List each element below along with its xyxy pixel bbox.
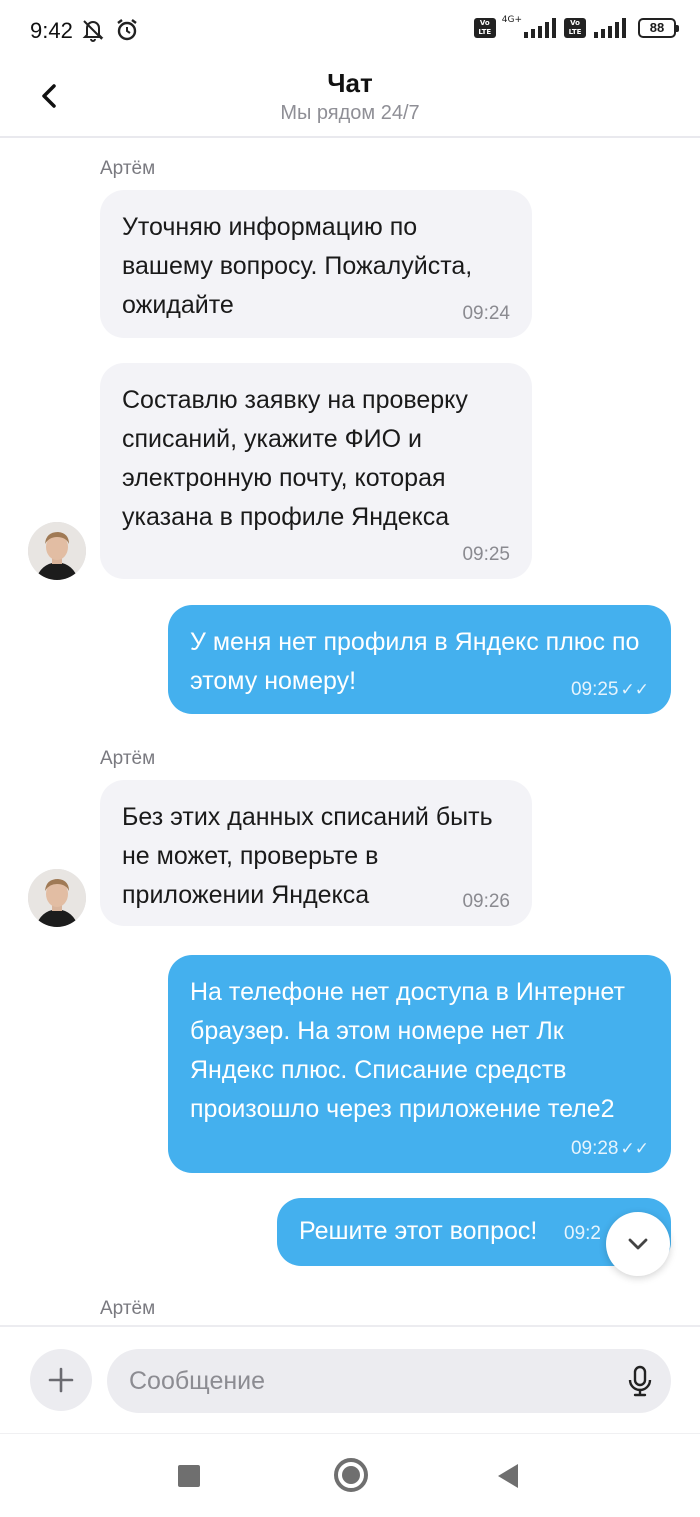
message-bubble-incoming[interactable]: Без этих данных списаний быть не может, …	[100, 780, 532, 926]
alarm-icon	[117, 19, 137, 41]
status-bar: 9:42 Vo LTE 4G+ Vo LTE 88	[0, 0, 700, 64]
signal-icon-2	[594, 18, 626, 38]
sender-name: Артём	[100, 158, 156, 179]
page-title: Чат	[327, 68, 373, 98]
message-input[interactable]	[107, 1349, 671, 1413]
read-ticks-icon: ✓✓	[620, 680, 650, 699]
bell-off-icon	[82, 20, 104, 42]
message-text: На телефоне нет доступа в Интернет брауз…	[190, 978, 625, 1123]
status-time: 9:42	[30, 18, 73, 43]
avatar[interactable]	[28, 522, 86, 580]
message-text: Решите этот вопрос!	[299, 1217, 538, 1245]
system-nav-bar	[0, 1433, 700, 1517]
plus-icon	[48, 1367, 74, 1393]
signal-icon	[524, 18, 556, 38]
chat-header: Чат Мы рядом 24/7	[0, 64, 700, 138]
message-time: 09:26	[462, 891, 510, 912]
message-text: Без этих данных списаний быть не может, …	[122, 803, 493, 909]
voice-message-button[interactable]	[624, 1365, 656, 1397]
message-bubble-incoming[interactable]: Уточняю информацию по вашему вопросу. По…	[100, 190, 532, 338]
sender-name: Артём	[100, 1298, 156, 1319]
scroll-down-button[interactable]	[606, 1212, 670, 1276]
battery-icon: 88	[638, 18, 679, 38]
microphone-icon	[628, 1365, 652, 1397]
chevron-down-icon	[628, 1238, 648, 1250]
composer	[0, 1325, 700, 1433]
message-time: 09:25 ✓✓	[570, 679, 650, 700]
message-bubble-incoming[interactable]: Составлю заявку на проверку списаний, ук…	[100, 363, 532, 579]
message-time: 09:2	[564, 1223, 601, 1244]
message-time: 09:28 ✓✓	[570, 1138, 650, 1159]
message-time: 09:25	[462, 544, 510, 565]
read-ticks-icon: ✓✓	[620, 1139, 650, 1158]
agent-avatar-image	[28, 522, 86, 580]
page-subtitle: Мы рядом 24/7	[280, 102, 420, 124]
network-type: 4G+	[501, 15, 522, 25]
recent-apps-button[interactable]	[178, 1465, 200, 1487]
message-bubble-outgoing[interactable]: У меня нет профиля в Яндекс плюс по этом…	[168, 605, 671, 714]
status-right: Vo LTE 4G+ Vo LTE 88	[473, 15, 679, 38]
message-bubble-outgoing[interactable]: На телефоне нет доступа в Интернет брауз…	[168, 955, 671, 1173]
system-back-button[interactable]	[498, 1464, 518, 1488]
message-text: Составлю заявку на проверку списаний, ук…	[122, 386, 468, 531]
home-button[interactable]	[334, 1458, 368, 1492]
sender-name: Артём	[100, 748, 156, 769]
message-text: Уточняю информацию по вашему вопросу. По…	[122, 213, 473, 319]
volte-icon: Vo LTE	[473, 18, 496, 38]
volte-icon-2: Vo LTE	[564, 18, 586, 38]
status-left-icons	[80, 17, 140, 43]
avatar[interactable]	[28, 869, 86, 927]
message-time: 09:24	[462, 303, 510, 324]
chat-messages[interactable]: Артём Уточняю информацию по вашему вопро…	[0, 140, 700, 1325]
agent-avatar-image	[28, 869, 86, 927]
add-attachment-button[interactable]	[30, 1349, 92, 1411]
